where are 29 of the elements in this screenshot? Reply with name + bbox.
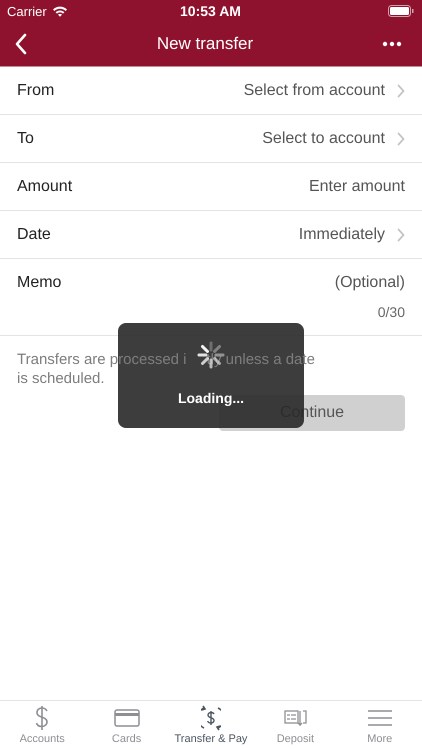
wifi-icon	[52, 5, 68, 17]
menu-icon	[368, 710, 392, 726]
card-icon	[114, 709, 140, 727]
more-icon[interactable]	[382, 41, 402, 47]
chevron-icon	[397, 132, 405, 146]
info-text: is scheduled.	[17, 369, 105, 388]
check-icon	[284, 710, 307, 726]
field-label: From	[17, 82, 54, 100]
loading-label: Loading...	[178, 390, 244, 406]
battery-icon	[388, 5, 414, 17]
screen-title: New transfer	[156, 34, 254, 54]
status-time: 10:53 AM	[180, 3, 241, 19]
field-label: To	[17, 130, 34, 148]
account-selector[interactable]: Select from account	[244, 82, 405, 100]
account-selector[interactable]: Select to account	[262, 130, 405, 148]
field-label: Memo	[17, 274, 62, 292]
memo-field[interactable]: (Optional)	[185, 274, 405, 292]
character-counter: 0/30	[378, 304, 406, 320]
account-selector[interactable]: Immediately	[298, 226, 405, 244]
chevron-icon	[397, 84, 405, 98]
field-label: Amount	[17, 178, 72, 196]
chevron-icon	[397, 228, 405, 242]
carrier-label: Carrier	[7, 4, 47, 18]
dollar-icon	[35, 705, 50, 731]
dollar-arrows-icon	[200, 704, 221, 732]
amount-field[interactable]: Enter amount	[185, 178, 405, 196]
back-icon[interactable]	[14, 33, 28, 55]
field-label: Date	[17, 226, 51, 244]
tab-item[interactable]: Transfer & Pay	[168, 701, 253, 750]
